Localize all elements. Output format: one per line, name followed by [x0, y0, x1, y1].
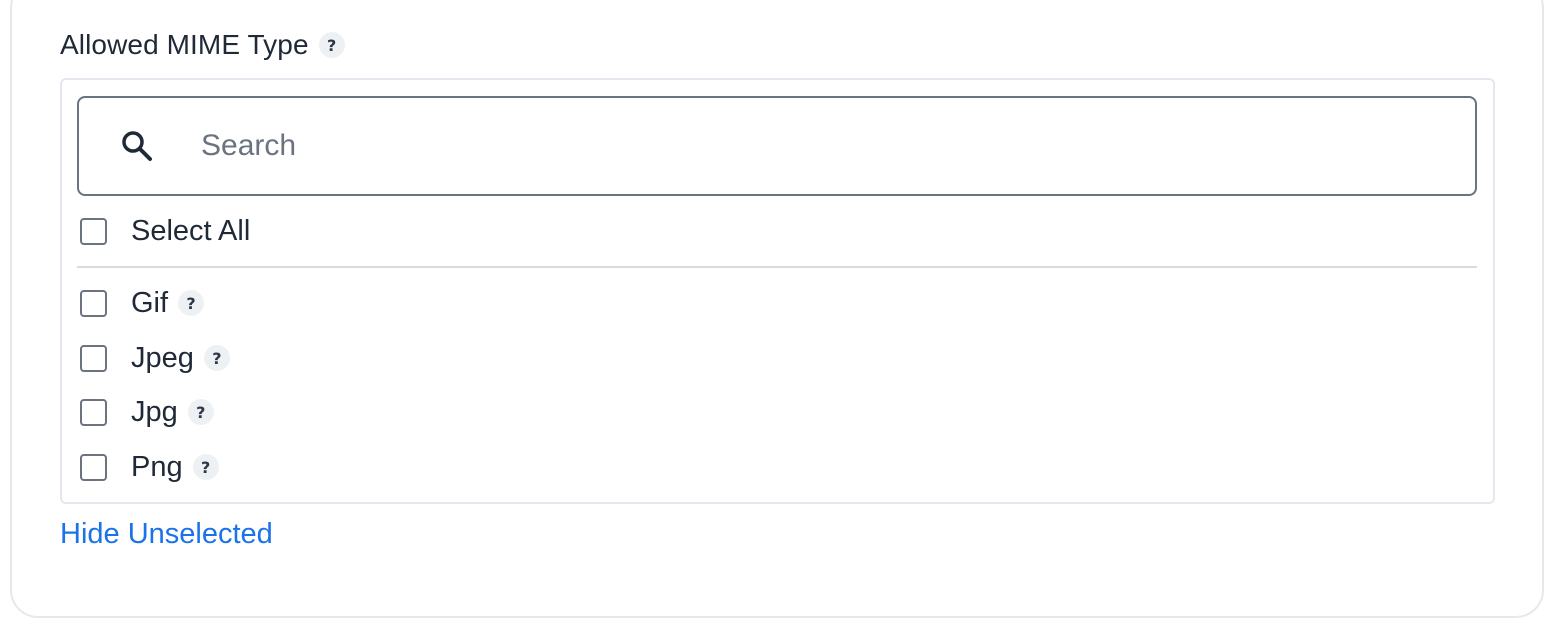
option-label: Jpg — [131, 395, 178, 428]
option-jpg[interactable]: Jpg ? — [80, 392, 214, 432]
field-label-row: Allowed MIME Type ? — [60, 24, 345, 66]
select-all-label: Select All — [131, 214, 251, 247]
option-checkbox[interactable] — [80, 398, 107, 426]
option-jpeg[interactable]: Jpeg ? — [80, 338, 230, 378]
hide-unselected-link[interactable]: Hide Unselected — [60, 518, 273, 551]
search-input[interactable] — [199, 115, 1403, 177]
search-box[interactable] — [77, 96, 1477, 196]
option-label: Gif — [131, 286, 169, 319]
option-help-icon[interactable]: ? — [187, 399, 214, 425]
divider — [77, 266, 1477, 268]
select-all-checkbox[interactable] — [80, 217, 107, 245]
field-help-icon[interactable]: ? — [318, 32, 345, 58]
option-label: Png — [131, 450, 183, 483]
select-all-row[interactable]: Select All — [80, 211, 250, 251]
search-icon — [117, 126, 157, 166]
option-help-icon[interactable]: ? — [192, 454, 219, 480]
option-label: Jpeg — [131, 341, 194, 374]
option-gif[interactable]: Gif ? — [80, 283, 205, 323]
option-help-icon[interactable]: ? — [178, 290, 205, 316]
option-png[interactable]: Png ? — [80, 447, 219, 487]
option-help-icon[interactable]: ? — [203, 345, 230, 371]
option-checkbox[interactable] — [80, 344, 107, 372]
option-checkbox[interactable] — [80, 289, 107, 317]
field-label: Allowed MIME Type — [60, 29, 309, 60]
option-checkbox[interactable] — [80, 453, 107, 481]
